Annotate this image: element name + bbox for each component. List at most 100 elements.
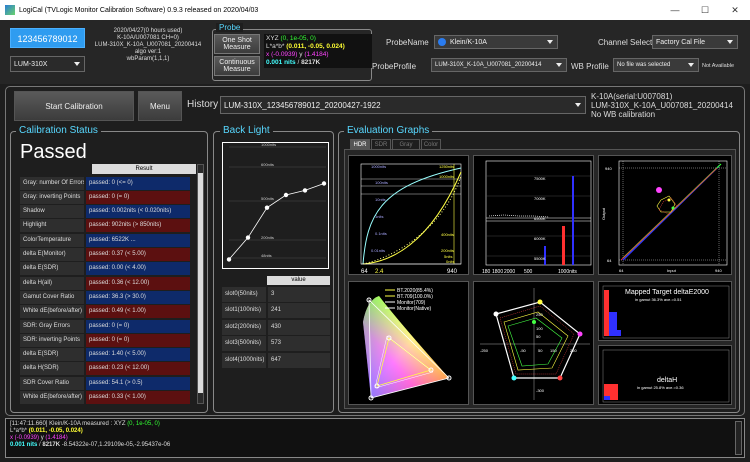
- eotf-right: 1000nits: [439, 174, 454, 179]
- backlight-title: Back Light: [220, 125, 273, 136]
- status-row: White dE(before/after) passed: 0.33 (< 1.…: [20, 391, 190, 405]
- log-raw: -8.54322e-07,1.29109e-05,-2.95437e-06: [60, 442, 171, 448]
- status-row-label: Gamut Cover Ratio: [20, 290, 84, 304]
- serial-button[interactable]: 123456789012: [10, 28, 85, 48]
- backlight-row-label: slot0(50nits): [222, 286, 266, 302]
- one-shot-measure-button[interactable]: One Shot Measure: [214, 34, 260, 54]
- probe-readout: XYZ (0, 1e-05, 0) L*a*b* (0.011, -0.05, …: [264, 34, 372, 68]
- backlight-level-label: 48nits: [261, 253, 272, 258]
- tab-color[interactable]: Color: [421, 139, 441, 149]
- backlight-row-value: 3: [268, 286, 330, 302]
- minimize-button[interactable]: —: [660, 0, 690, 20]
- backlight-point: [264, 205, 270, 210]
- scroll-thumb[interactable]: [198, 173, 203, 393]
- ab-tick: 50: [536, 334, 541, 339]
- backlight-row-value: 647: [268, 352, 330, 368]
- log-panel: [11:47:11.660] Klein/K-10A measured : XY…: [5, 418, 745, 458]
- calibration-status-title: Calibration Status: [16, 125, 101, 136]
- tab-gray-scale[interactable]: Gray Scale: [392, 139, 420, 158]
- wb-status: Not Available: [702, 63, 735, 69]
- history-label: History: [187, 99, 219, 110]
- channel-select[interactable]: Factory Cal File: [652, 35, 738, 49]
- probe-profile-select[interactable]: LUM-310X_K-10A_U007081_20200414: [431, 58, 567, 72]
- info-line: K-10A(serial:U007081): [591, 92, 673, 101]
- ab-tick: 250: [536, 312, 543, 317]
- nits-value: 0.001 nits: [266, 59, 296, 66]
- info-line: LUM-310X_K-10A_U007081_20200414: [591, 101, 733, 110]
- status-row: Highlight passed: 902nits (> 850nits): [20, 219, 190, 233]
- log-x: (-0.0939): [14, 435, 40, 441]
- eotf-right: 0nits: [446, 259, 454, 264]
- status-row-label: delta E(SDR): [20, 348, 84, 362]
- status-row-value: passed: 0.23 (< 12.00): [86, 362, 190, 376]
- status-row-label: SDR: inverting Points: [20, 333, 84, 347]
- gray-tick: 64: [607, 258, 612, 263]
- log-scrollbar[interactable]: [735, 421, 742, 455]
- backlight-chart: 1000nits 600nits 500nits 200nits 48nits: [226, 142, 327, 262]
- ab-tick: 50: [538, 348, 543, 353]
- status-row: SDR: inverting Points passed: 0 (= 0): [20, 333, 190, 347]
- status-row-label: SDR: Gray Errors: [20, 319, 84, 333]
- cct-level: 7000K: [534, 196, 546, 201]
- xyz-label: XYZ: [266, 35, 281, 42]
- eotf-level: 0.1nits: [375, 231, 387, 236]
- status-row-value: passed: 0 (= 0): [86, 319, 190, 333]
- backlight-table: slot0(50nits) 3 slot1(100nits) 241 slot2(200…: [222, 286, 330, 376]
- chevron-down-icon: [556, 63, 562, 67]
- close-button[interactable]: ✕: [720, 0, 750, 20]
- ab-plane-graph: 250 100 50 -250 -50 50 150 250 -300: [473, 281, 594, 405]
- cct-x: 2000: [504, 269, 515, 275]
- tab-sdr[interactable]: SDR: [371, 139, 391, 149]
- info-line: K-10A/U007081 CH=0): [117, 35, 179, 41]
- chevron-down-icon: [688, 63, 694, 67]
- backlight-point: [321, 181, 327, 186]
- evaluation-graphs-title: Evaluation Graphs: [344, 125, 433, 136]
- status-row-value: passed: 0 (= 0): [86, 190, 190, 204]
- tab-hdr[interactable]: HDR: [350, 139, 370, 149]
- model-select[interactable]: LUM-310X: [10, 56, 85, 72]
- gray-tracking-graph: Output Input 940 64 64 940: [598, 155, 732, 275]
- status-row-label: White dE(before/after): [20, 305, 84, 319]
- backlight-row: slot0(50nits) 3: [222, 286, 330, 302]
- status-row-value: passed: 1.40 (< 5.00): [86, 348, 190, 362]
- cct-graph: 7500K 7000K 6500K 6000K 5500K 180 1800 2…: [473, 155, 594, 275]
- history-select[interactable]: LUM-310X_123456789012_20200427-1922: [220, 96, 586, 114]
- status-row: Gray: inverting Points passed: 0 (= 0): [20, 190, 190, 204]
- x-value: (-0.0939): [271, 51, 298, 58]
- start-calibration-button[interactable]: Start Calibration: [14, 91, 134, 121]
- ab-plane-chart: 250 100 50 -250 -50 50 150 250 -300: [480, 288, 590, 400]
- status-row-value: passed: 0.37 (< 5.00): [86, 248, 190, 261]
- status-scrollbar[interactable]: [197, 164, 204, 404]
- info-line: LUM-310X_K-10A_U007081_20200414: [94, 42, 202, 48]
- backlight-row: slot1(100nits) 241: [222, 303, 330, 319]
- ab-tick: -300: [536, 388, 545, 393]
- log-line: [11:47:11.660] Klein/K-10A measured : XY…: [10, 421, 128, 427]
- status-row-value: passed: 0.36 (< 12.00): [86, 276, 190, 290]
- status-row-label: ColorTemperature: [20, 233, 84, 247]
- backlight-row: slot3(500nits) 573: [222, 336, 330, 352]
- status-row: delta E(SDR) passed: 0.00 (< 4.00): [20, 262, 190, 276]
- backlight-graph: 1000nits 600nits 500nits 200nits 48nits: [222, 142, 329, 269]
- delta-h-sub: in gamut 25.8% ave.=0.36: [637, 385, 684, 390]
- gray-ylabel: Output: [601, 207, 606, 220]
- backlight-col-header: value: [267, 276, 330, 285]
- wb-profile-select[interactable]: No file was selected: [613, 58, 699, 72]
- status-row-label: SDR Cover Ratio: [20, 376, 84, 390]
- log-lab: (0.011, -0.05, 0.024): [28, 428, 83, 434]
- status-row-value: passed: 0 (<= 0): [86, 176, 190, 190]
- info-line: wbParam(1,1,1): [126, 56, 170, 62]
- continuous-measure-button[interactable]: Continuous Measure: [214, 56, 260, 76]
- xyz-value: (0, 1e-05, 0): [280, 35, 316, 42]
- backlight-row-value: 573: [268, 336, 330, 351]
- probe-profile-value: LUM-310X_K-10A_U007081_20200414: [435, 62, 542, 68]
- delta-h-histogram: deltaH in gamut 25.8% ave.=0.36: [598, 345, 732, 405]
- wb-profile-value: No file was selected: [617, 62, 671, 68]
- maximize-button[interactable]: ☐: [690, 0, 720, 20]
- channel-value: Factory Cal File: [656, 38, 706, 46]
- status-row: SDR: Gray Errors passed: 0 (= 0): [20, 319, 190, 333]
- delta-h-chart: deltaH in gamut 25.8% ave.=0.36: [602, 349, 730, 403]
- probe-name-select[interactable]: Klein/K-10A: [434, 35, 558, 49]
- status-row-value: passed: 6522K ...: [86, 233, 190, 247]
- menu-button[interactable]: Menu: [138, 91, 182, 121]
- status-row-label: delta H(SDR): [20, 362, 84, 376]
